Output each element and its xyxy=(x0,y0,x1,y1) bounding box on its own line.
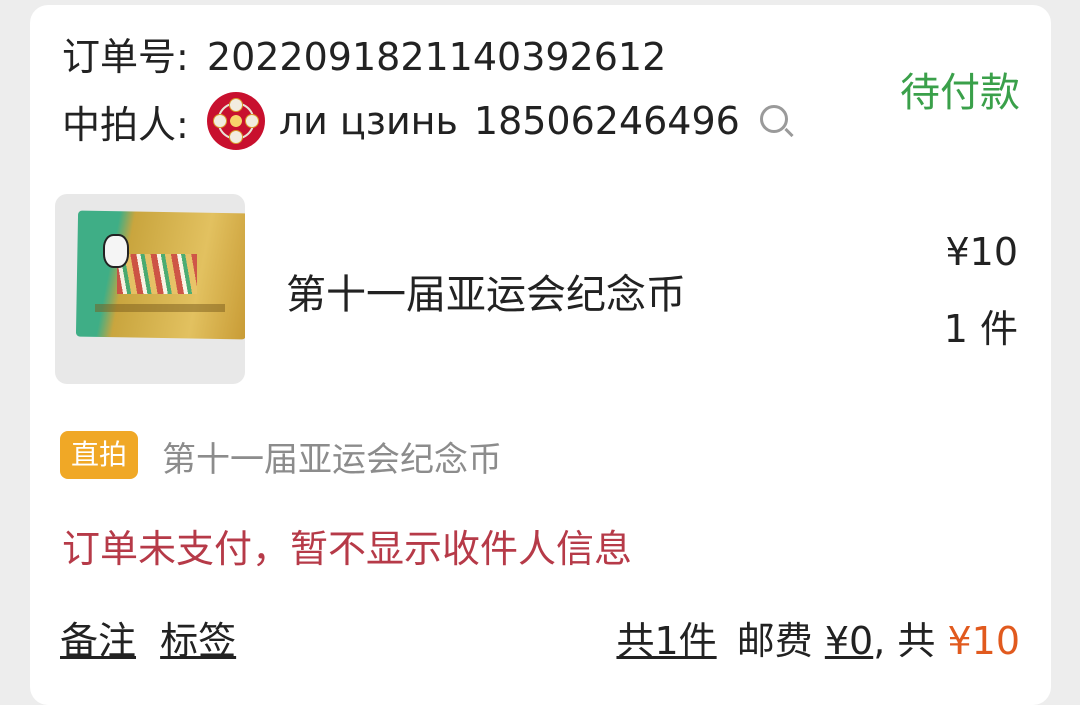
shipping-label: 邮费 xyxy=(736,619,813,663)
buyer-name: ли цзинь xyxy=(278,99,458,143)
shipping-fee[interactable]: ¥0 xyxy=(825,619,873,663)
order-number-label: 订单号: xyxy=(62,35,189,79)
footer-actions: 备注 标签 xyxy=(60,610,248,665)
product-subtitle: 第十一届亚运会纪念币 xyxy=(162,440,502,480)
order-total: ¥10 xyxy=(947,619,1020,663)
order-number-row: 订单号: 2022091821140392612 xyxy=(62,26,666,81)
order-summary: 共1件 邮费 ¥0, 共 ¥10 xyxy=(616,610,1020,665)
remark-link[interactable]: 备注 xyxy=(60,619,136,663)
total-prefix: , 共 xyxy=(873,619,936,663)
order-status: 待付款 xyxy=(900,70,1020,116)
mascot-image xyxy=(103,234,129,268)
search-icon[interactable] xyxy=(759,105,788,133)
buyer-row: 中拍人: ли цзинь 18506246496 xyxy=(62,92,788,150)
buyer-phone: 18506246496 xyxy=(473,99,740,143)
direct-auction-badge: 直拍 xyxy=(60,431,138,479)
unpaid-notice: 订单未支付，暂不显示收件人信息 xyxy=(62,527,633,571)
product-thumbnail[interactable] xyxy=(55,194,245,384)
product-price: ¥10 xyxy=(945,230,1018,274)
product-title[interactable]: 第十一届亚运会纪念币 xyxy=(286,262,686,320)
tag-link[interactable]: 标签 xyxy=(160,619,236,663)
product-quantity: 1 件 xyxy=(943,307,1018,351)
order-number: 2022091821140392612 xyxy=(206,35,667,79)
item-count[interactable]: 共1件 xyxy=(616,619,716,663)
avatar[interactable] xyxy=(206,92,265,150)
buyer-label: 中拍人: xyxy=(62,102,189,147)
